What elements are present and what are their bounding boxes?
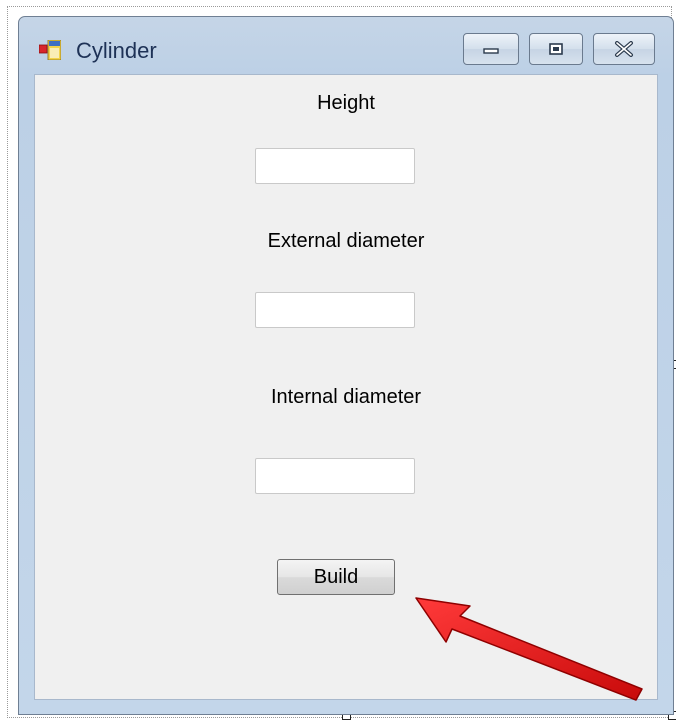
minimize-icon	[483, 48, 499, 54]
build-button[interactable]: Build	[277, 559, 395, 595]
height-input[interactable]	[255, 148, 415, 184]
maximize-icon	[549, 43, 563, 55]
close-button[interactable]	[593, 33, 655, 65]
close-icon	[615, 41, 633, 57]
external-diameter-label: External diameter	[267, 230, 425, 252]
internal-diameter-label: Internal diameter	[270, 386, 422, 408]
designer-surface: Cylinder Height External diameter Intern…	[0, 0, 676, 724]
height-label: Height	[317, 92, 375, 114]
minimize-button[interactable]	[463, 33, 519, 65]
form-app-icon	[39, 40, 61, 60]
form-client-area: Height External diameter Internal diamet…	[34, 74, 658, 700]
title-bar[interactable]: Cylinder	[19, 17, 673, 73]
external-diameter-input[interactable]	[255, 292, 415, 328]
window-title: Cylinder	[76, 38, 157, 63]
internal-diameter-input[interactable]	[255, 458, 415, 494]
maximize-button[interactable]	[529, 33, 583, 65]
cylinder-window: Cylinder Height External diameter Intern…	[18, 16, 674, 715]
